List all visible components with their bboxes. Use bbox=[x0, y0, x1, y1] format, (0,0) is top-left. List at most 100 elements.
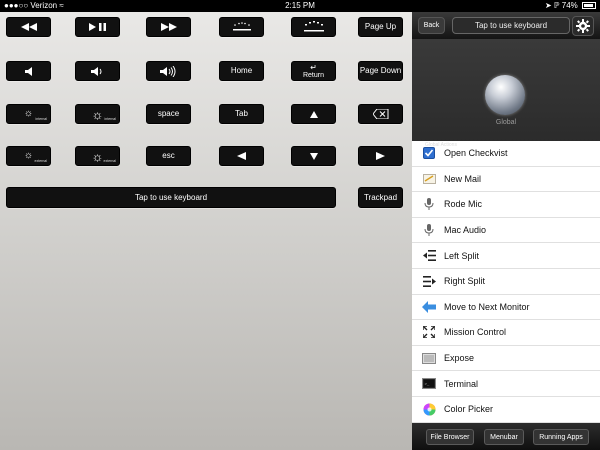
status-right: ➤ ℙ 74% bbox=[545, 0, 596, 12]
rewind-button[interactable] bbox=[6, 17, 51, 37]
battery-percent: 74% bbox=[561, 1, 578, 10]
tap-to-use-keyboard-button[interactable]: Tap to use keyboard bbox=[6, 187, 336, 208]
action-label: Color Picker bbox=[444, 404, 494, 415]
delete-button[interactable] bbox=[358, 104, 403, 124]
space-button[interactable]: space bbox=[146, 104, 191, 124]
menubar-button[interactable]: Menubar bbox=[484, 429, 524, 445]
action-label: Expose bbox=[444, 353, 475, 364]
panel-top-bar: Back Tap to use keyboard bbox=[412, 12, 600, 39]
action-label: Mac Audio bbox=[444, 225, 487, 236]
back-label: Back bbox=[423, 22, 440, 29]
arrow-down-button[interactable] bbox=[291, 146, 336, 166]
fast-forward-button[interactable] bbox=[146, 17, 191, 37]
running-apps-button[interactable]: Running Apps bbox=[533, 429, 589, 445]
esc-button[interactable]: esc bbox=[146, 146, 191, 166]
settings-button[interactable] bbox=[572, 16, 594, 36]
keyboard-field-label: Tap to use keyboard bbox=[474, 21, 548, 30]
internal-label: internal bbox=[104, 116, 116, 121]
tab-button[interactable]: Tab bbox=[219, 104, 264, 124]
action-label: New Mail bbox=[444, 173, 482, 184]
arrow-left-icon bbox=[422, 300, 436, 314]
list-item[interactable]: Mac Audio bbox=[412, 218, 600, 244]
arrow-left-button[interactable] bbox=[219, 146, 264, 166]
arrow-down-icon bbox=[309, 152, 318, 160]
return-icon: ↵ bbox=[310, 62, 317, 72]
fast-forward-icon bbox=[160, 23, 177, 31]
list-item[interactable]: >_ Terminal bbox=[412, 371, 600, 397]
page-up-label: Page Up bbox=[364, 22, 397, 31]
internal-brightness-up-button[interactable]: ☼ internal bbox=[75, 104, 120, 124]
esc-label: esc bbox=[162, 151, 175, 160]
microphone-icon bbox=[422, 197, 436, 211]
external-brightness-up-button[interactable]: ☼ external bbox=[75, 146, 120, 166]
volume-up-icon bbox=[160, 65, 176, 77]
microphone-icon bbox=[422, 223, 436, 237]
volume-mute-button[interactable] bbox=[6, 61, 51, 81]
arrow-right-button[interactable] bbox=[358, 146, 403, 166]
action-label: Mission Control bbox=[444, 327, 507, 338]
action-label: Open Checkvist bbox=[444, 148, 508, 159]
external-brightness-down-button[interactable]: ☼ external bbox=[6, 146, 51, 166]
list-item[interactable]: Rode Mic bbox=[412, 192, 600, 218]
gear-icon bbox=[576, 19, 590, 33]
play-pause-button[interactable] bbox=[75, 17, 120, 37]
location-icon: ➤ bbox=[544, 1, 552, 10]
external-label: external bbox=[103, 158, 116, 163]
menubar-label: Menubar bbox=[490, 433, 518, 441]
home-button[interactable]: Home bbox=[219, 61, 264, 81]
tap-to-use-keyboard-label: Tap to use keyboard bbox=[134, 192, 208, 202]
app-selector[interactable]: Global bbox=[412, 39, 600, 143]
page-down-button[interactable]: Page Down bbox=[358, 61, 403, 81]
globe-icon[interactable] bbox=[485, 75, 525, 115]
app-label: Global bbox=[495, 119, 517, 126]
list-item[interactable]: Expose bbox=[412, 346, 600, 372]
volume-down-button[interactable] bbox=[75, 61, 120, 81]
keyboard-brightness-up-button[interactable] bbox=[291, 17, 336, 37]
external-label: external bbox=[34, 158, 47, 163]
back-button[interactable]: Back bbox=[418, 17, 445, 34]
sun-small-icon: ☼ bbox=[23, 150, 34, 161]
bluetooth-icon: ℙ bbox=[553, 1, 560, 10]
global-actions-heading: Global Actions bbox=[425, 142, 457, 148]
clock: 2:15 PM bbox=[285, 1, 315, 10]
sun-large-icon: ☼ bbox=[91, 148, 104, 164]
left-split-icon bbox=[422, 249, 436, 263]
arrow-up-icon bbox=[309, 110, 318, 118]
arrow-up-button[interactable] bbox=[291, 104, 336, 124]
file-browser-button[interactable]: File Browser bbox=[426, 429, 474, 445]
checkbox-icon bbox=[422, 146, 436, 160]
expand-icon bbox=[422, 325, 436, 339]
status-bar: ●●●○○ Verizon ≈ 2:15 PM ➤ ℙ 74% bbox=[0, 0, 600, 12]
panel-bottom-bar: File Browser Menubar Running Apps bbox=[412, 423, 600, 450]
home-label: Home bbox=[230, 66, 253, 75]
mail-icon bbox=[422, 172, 436, 186]
speaker-icon bbox=[24, 66, 32, 76]
sun-large-icon: ☼ bbox=[91, 106, 104, 122]
action-label: Terminal bbox=[444, 378, 479, 389]
action-label: Rode Mic bbox=[444, 199, 483, 210]
keyboard-brightness-up-icon bbox=[303, 21, 324, 32]
internal-brightness-down-button[interactable]: ☼ internal bbox=[6, 104, 51, 124]
list-item[interactable]: Right Split bbox=[412, 269, 600, 295]
trackpad-button[interactable]: Trackpad bbox=[358, 187, 403, 208]
volume-up-button[interactable] bbox=[146, 61, 191, 81]
right-split-icon bbox=[422, 274, 436, 288]
list-item[interactable]: Mission Control bbox=[412, 320, 600, 346]
space-label: space bbox=[157, 109, 180, 118]
action-label: Left Split bbox=[444, 250, 480, 261]
list-item[interactable]: Left Split bbox=[412, 243, 600, 269]
expose-icon bbox=[422, 351, 436, 365]
sun-small-icon: ☼ bbox=[23, 108, 34, 119]
play-pause-icon bbox=[88, 23, 106, 31]
list-item[interactable]: New Mail bbox=[412, 167, 600, 193]
keyboard-brightness-down-button[interactable] bbox=[219, 17, 264, 37]
keyboard-input-field[interactable]: Tap to use keyboard bbox=[452, 17, 570, 34]
page-up-button[interactable]: Page Up bbox=[358, 17, 403, 37]
global-actions-list: Open Checkvist New Mail Rode Mic Mac Aud… bbox=[412, 141, 600, 423]
battery-icon bbox=[582, 2, 596, 10]
trackpad-label: Trackpad bbox=[363, 192, 398, 202]
list-item[interactable]: Color Picker bbox=[412, 397, 600, 423]
list-item[interactable]: Move to Next Monitor bbox=[412, 295, 600, 321]
volume-down-icon bbox=[91, 66, 102, 76]
return-button[interactable]: ↵ Return bbox=[291, 61, 336, 81]
